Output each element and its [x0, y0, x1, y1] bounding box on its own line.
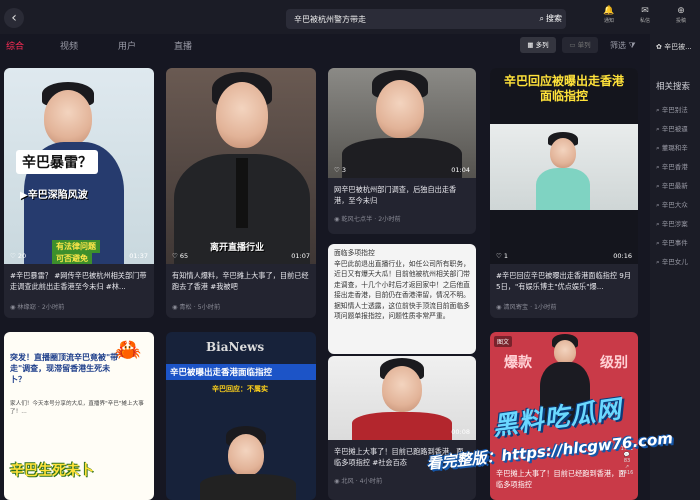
notification-button[interactable]: 🔔 通知	[596, 6, 622, 24]
filter-button[interactable]: 筛选 ⧩	[610, 40, 636, 51]
message-label: 私信	[639, 18, 650, 24]
article-excerpt: 家人们！今天本号分享的大瓜，直播界"辛巴"摊上大事了！…	[10, 401, 144, 415]
video-duration: 01:37	[129, 252, 148, 260]
tab-user[interactable]: 用户	[118, 39, 136, 52]
tab-live[interactable]: 直播	[174, 39, 192, 52]
search-button[interactable]: ⌕ 搜索	[540, 12, 562, 26]
article-card[interactable]: 🦀 突发！直播圈顶流辛巴竟被"带走"调查，现滞留香港生死未卜？ 家人们！今天本号…	[4, 332, 154, 500]
video-thumbnail: 00:08	[328, 356, 476, 440]
back-icon[interactable]: ‹	[4, 8, 24, 28]
like-count: ♡ 3	[334, 166, 347, 174]
video-duration: 01:04	[451, 166, 470, 174]
video-card[interactable]: 离开直播行业 ♡ 65 01:07 有知情人爆料，辛巴摊上大事了，目前已经跑去了…	[166, 68, 316, 318]
related-search-item[interactable]: ⌕ 董璐和辛	[656, 142, 688, 153]
share-total: 1416	[620, 470, 634, 476]
thumbnail-subtitle: 辛巴回应：不属实	[212, 385, 268, 393]
post-body: 面临多项指控 辛巴此前退出直播行业，如任公司所有职务，近日又有爆天大瓜！目前他被…	[334, 249, 470, 320]
video-card[interactable]: 辛巴回应被曝出走香港面临指控 ♡ 1 00:16 #辛巴回应辛巴被曝出走香港面临…	[490, 68, 638, 318]
view-grid-button[interactable]: ▦ 多列	[520, 37, 556, 53]
thumbnail-title: 辛巴回应被曝出走香港面临指控	[503, 74, 624, 103]
related-search-item[interactable]: ⌕ 辛巴被逼	[656, 123, 688, 134]
related-search-heading: 相关搜索	[656, 82, 691, 92]
tab-general[interactable]: 综合	[6, 39, 24, 52]
thumbnail-title: 辛巴被曝出走香港面临指控	[166, 364, 316, 380]
card-meta: ◉ 清风寄宝 · 1小时前	[496, 304, 557, 311]
thumbnail-caption: 离开直播行业	[210, 243, 265, 253]
article-banner: 辛巴生死未卜	[10, 463, 94, 479]
thumbnail-tag: 可否避免	[52, 252, 92, 264]
upload-icon: ⊕	[677, 6, 685, 16]
filter-icon: ⧩	[628, 41, 636, 50]
video-duration: 00:08	[451, 428, 470, 436]
card-title[interactable]: 有知情人爆料，辛巴摊上大事了，目前已经跑去了香港 #我被吧	[172, 270, 310, 294]
bell-icon: 🔔	[603, 6, 615, 16]
video-card[interactable]: BiaNews 辛巴被曝出走香港面临指控 辛巴回应：不属实	[166, 332, 316, 500]
channel-logo: BiaNews	[206, 340, 265, 354]
related-search-item[interactable]: ⌕ 辛巴涉案	[656, 218, 688, 229]
upload-button[interactable]: ⊕ 投稿	[668, 6, 694, 24]
video-thumbnail: 辛巴暴雷？ ▶辛巴深陷风波 有法律问题 可否避免 ♡ 20 01:37	[4, 68, 154, 264]
tab-video[interactable]: 视频	[60, 39, 78, 52]
video-duration: 01:07	[291, 252, 310, 260]
like-count: ♡ 65	[172, 252, 189, 260]
card-title[interactable]: #辛巴暴雷？ #网传辛巴被杭州相关部门带走调查此前出走香港至今未归 #林...	[10, 270, 148, 294]
app-window: ‹ ⌕搜索 🔔通知 ✉私信 ⊕投稿 综合 视频 用户 直播 ▦ 多列 ▭ 单列 …	[0, 0, 700, 500]
user-icon: ✿	[656, 43, 662, 51]
banner-left: 爆款	[504, 355, 532, 371]
upload-label: 投稿	[675, 18, 686, 24]
view-grid-label: 多列	[535, 41, 549, 49]
search-bar[interactable]: ⌕搜索	[286, 9, 566, 29]
notification-label: 通知	[603, 18, 614, 24]
card-title[interactable]: #辛巴回应辛巴被曝出走香港面临指控 9月5日，"有娱乐博主"优点娱乐"爆...	[496, 270, 632, 294]
thumbnail-title: 辛巴暴雷？	[16, 150, 98, 174]
video-thumbnail: 离开直播行业 ♡ 65 01:07	[166, 68, 316, 264]
related-search-item[interactable]: ⌕ 辛巴女儿	[656, 256, 688, 267]
video-duration: 00:16	[613, 252, 632, 260]
banner-right: 级别	[600, 355, 628, 371]
card-meta: ◉ 乾风七点半 · 2小时前	[334, 216, 401, 223]
video-thumbnail: ♡ 3 01:04	[328, 68, 476, 178]
video-card[interactable]: 辛巴暴雷？ ▶辛巴深陷风波 有法律问题 可否避免 ♡ 20 01:37 #辛巴暴…	[4, 68, 154, 318]
video-card[interactable]: 00:08 辛巴摊上大事了！目前已跑路到香港，面临多项指控 #社会百态 ◉ 北风…	[328, 356, 476, 500]
card-meta: ◉ 林缘窈 · 2小时前	[10, 304, 65, 311]
like-count: ♡ 1	[496, 252, 509, 260]
related-search-item[interactable]: ⌕ 辛巴最新	[656, 180, 688, 191]
search-input[interactable]	[294, 12, 514, 26]
top-bar: ‹ ⌕搜索 🔔 通知 ✉ 私信 ⊕ 投稿	[0, 0, 700, 34]
text-post-card[interactable]: 面临多项指控 辛巴此前退出直播行业，如任公司所有职务，近日又有爆天大瓜！目前他被…	[328, 244, 476, 354]
article-headline: 突发！直播圈顶流辛巴竟被"带走"调查，现滞留香港生死未卜？	[10, 353, 119, 384]
card-title[interactable]: 辛巴摊上大事了！目前已经跑到香港，面临多项指控	[496, 468, 632, 492]
video-thumbnail: 辛巴回应被曝出走香港面临指控 ♡ 1 00:16	[490, 68, 638, 264]
image-post-badge: 图文	[494, 336, 513, 347]
search-icon: ⌕	[539, 14, 544, 23]
top-right-actions: 🔔 通知 ✉ 私信 ⊕ 投稿	[596, 6, 694, 24]
like-count: ♡ 20	[10, 252, 27, 260]
video-card[interactable]: ♡ 3 01:04 网辛巴被杭州部门调查，后独自出走香港，至今未归 ◉ 乾风七点…	[328, 68, 476, 234]
view-single-label: 单列	[577, 41, 591, 49]
thumbnail-subtitle: ▶辛巴深陷风波	[20, 190, 88, 201]
related-search-item[interactable]: ⌕ 辛巴大众	[656, 199, 688, 210]
related-user[interactable]: ✿ 辛巴被...	[656, 42, 692, 52]
card-title[interactable]: 网辛巴被杭州部门调查，后独自出走香港，至今未归	[334, 184, 470, 208]
related-search-item[interactable]: ⌕ 辛巴事件	[656, 237, 688, 248]
card-meta: ◉ 北风 · 4小时前	[334, 478, 383, 485]
filter-label: 筛选	[610, 41, 626, 50]
related-search-item[interactable]: ⌕ 辛巴别法	[656, 104, 688, 115]
view-single-button[interactable]: ▭ 单列	[562, 37, 598, 53]
related-search-item[interactable]: ⌕ 辛巴香港	[656, 161, 688, 172]
card-meta: ◉ 青松 · 5小时前	[172, 304, 221, 311]
chat-icon: ✉	[641, 6, 649, 16]
message-button[interactable]: ✉ 私信	[632, 6, 658, 24]
